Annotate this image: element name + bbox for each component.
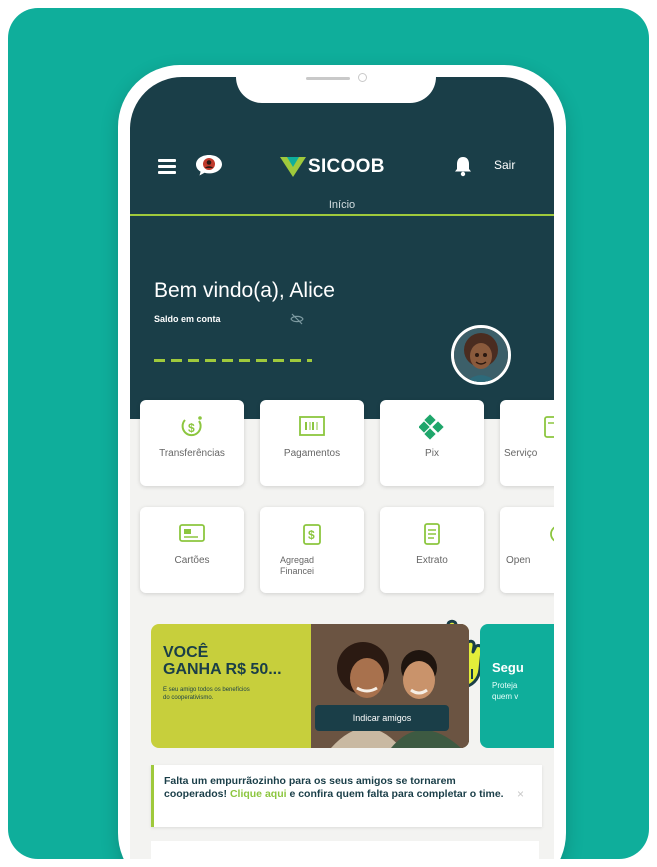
aggregator-icon: $: [299, 521, 325, 549]
open-finance-icon: [539, 521, 554, 549]
background-panel: SICOOB Sair Início Bem vindo(a), Alice S…: [8, 8, 649, 859]
services-icon: [539, 414, 554, 442]
shortcut-open-finance[interactable]: Open: [500, 507, 554, 593]
sicoob-logo: SICOOB: [280, 155, 385, 179]
tile-label: Transferências: [159, 448, 225, 459]
transfer-icon: $: [179, 414, 205, 442]
brand-name: SICOOB: [308, 156, 385, 177]
shortcut-agregador-financeiro[interactable]: $ Agregad Financei: [260, 507, 364, 593]
statement-icon: [419, 521, 445, 549]
tile-label: Pix: [425, 448, 439, 459]
banner-subtext: E seu amigo todos os benefícios do coope…: [163, 687, 250, 701]
tab-inicio[interactable]: Início: [130, 199, 554, 211]
speaker-grille: [306, 77, 350, 80]
logout-button[interactable]: Sair: [494, 158, 515, 172]
chat-icon[interactable]: [194, 153, 224, 177]
shortcut-transferencias[interactable]: $ Transferências: [140, 400, 244, 486]
app-screen: SICOOB Sair Início Bem vindo(a), Alice S…: [130, 77, 554, 859]
invite-friends-button[interactable]: Indicar amigos: [315, 705, 449, 731]
barcode-icon: [298, 414, 326, 442]
insurance-banner-text: Proteja quem v: [492, 680, 518, 702]
tile-label: Serviço: [504, 448, 538, 459]
insurance-banner[interactable]: Segu Proteja quem v: [480, 624, 554, 748]
phone-notch: [236, 65, 436, 103]
referral-banner[interactable]: VOCÊ GANHA R$ 50... E seu amigo todos os…: [151, 624, 469, 748]
banner-title-line-1: VOCÊ: [163, 644, 209, 661]
banner-title-line-2: GANHA R$ 50...: [163, 661, 282, 678]
insurance-banner-text-line-2: quem v: [492, 692, 519, 701]
bottom-card: [151, 841, 539, 859]
top-bar: SICOOB Sair: [130, 149, 554, 189]
welcome-message: Bem vindo(a), Alice: [154, 279, 335, 302]
shortcut-pagamentos[interactable]: Pagamentos: [260, 400, 364, 486]
bell-icon[interactable]: [453, 155, 473, 177]
avatar[interactable]: [451, 325, 511, 385]
balance-label: Saldo em conta: [154, 314, 221, 324]
insurance-banner-text-line-1: Proteja: [492, 681, 518, 690]
shortcut-extrato[interactable]: Extrato: [380, 507, 484, 593]
camera-icon: [358, 73, 367, 82]
tile-label: Pagamentos: [283, 448, 341, 459]
hidden-balance-mask: [154, 359, 312, 362]
menu-icon[interactable]: [158, 159, 176, 174]
notice-text-end: e confira quem falta para completar o ti…: [286, 788, 504, 800]
referral-notice: Falta um empurrãozinho para os seus amig…: [151, 765, 542, 827]
close-icon[interactable]: ×: [517, 787, 524, 801]
tile-label: Agregad Financei: [280, 555, 315, 576]
shortcut-servicos[interactable]: Serviço: [500, 400, 554, 486]
tile-label: Extrato: [416, 555, 448, 566]
tile-label: Open: [506, 555, 531, 566]
shortcut-cartoes[interactable]: Cartões: [140, 507, 244, 593]
card-icon: [178, 521, 206, 549]
pix-icon: [418, 414, 445, 442]
tile-label: Cartões: [174, 555, 210, 566]
banner-title: VOCÊ GANHA R$ 50...: [163, 644, 282, 678]
svg-text:$: $: [188, 421, 195, 435]
shortcut-pix[interactable]: Pix: [380, 400, 484, 486]
eye-off-icon[interactable]: [290, 312, 304, 325]
insurance-banner-title: Segu: [492, 660, 524, 675]
notice-link[interactable]: Clique aqui: [230, 788, 287, 800]
notice-text: Falta um empurrãozinho para os seus amig…: [164, 775, 504, 801]
app-header: SICOOB Sair Início Bem vindo(a), Alice S…: [130, 77, 554, 419]
tab-underline: [130, 214, 554, 216]
svg-text:$: $: [308, 528, 315, 542]
phone-mockup: SICOOB Sair Início Bem vindo(a), Alice S…: [118, 65, 566, 859]
sicoob-logo-icon: [280, 157, 306, 177]
